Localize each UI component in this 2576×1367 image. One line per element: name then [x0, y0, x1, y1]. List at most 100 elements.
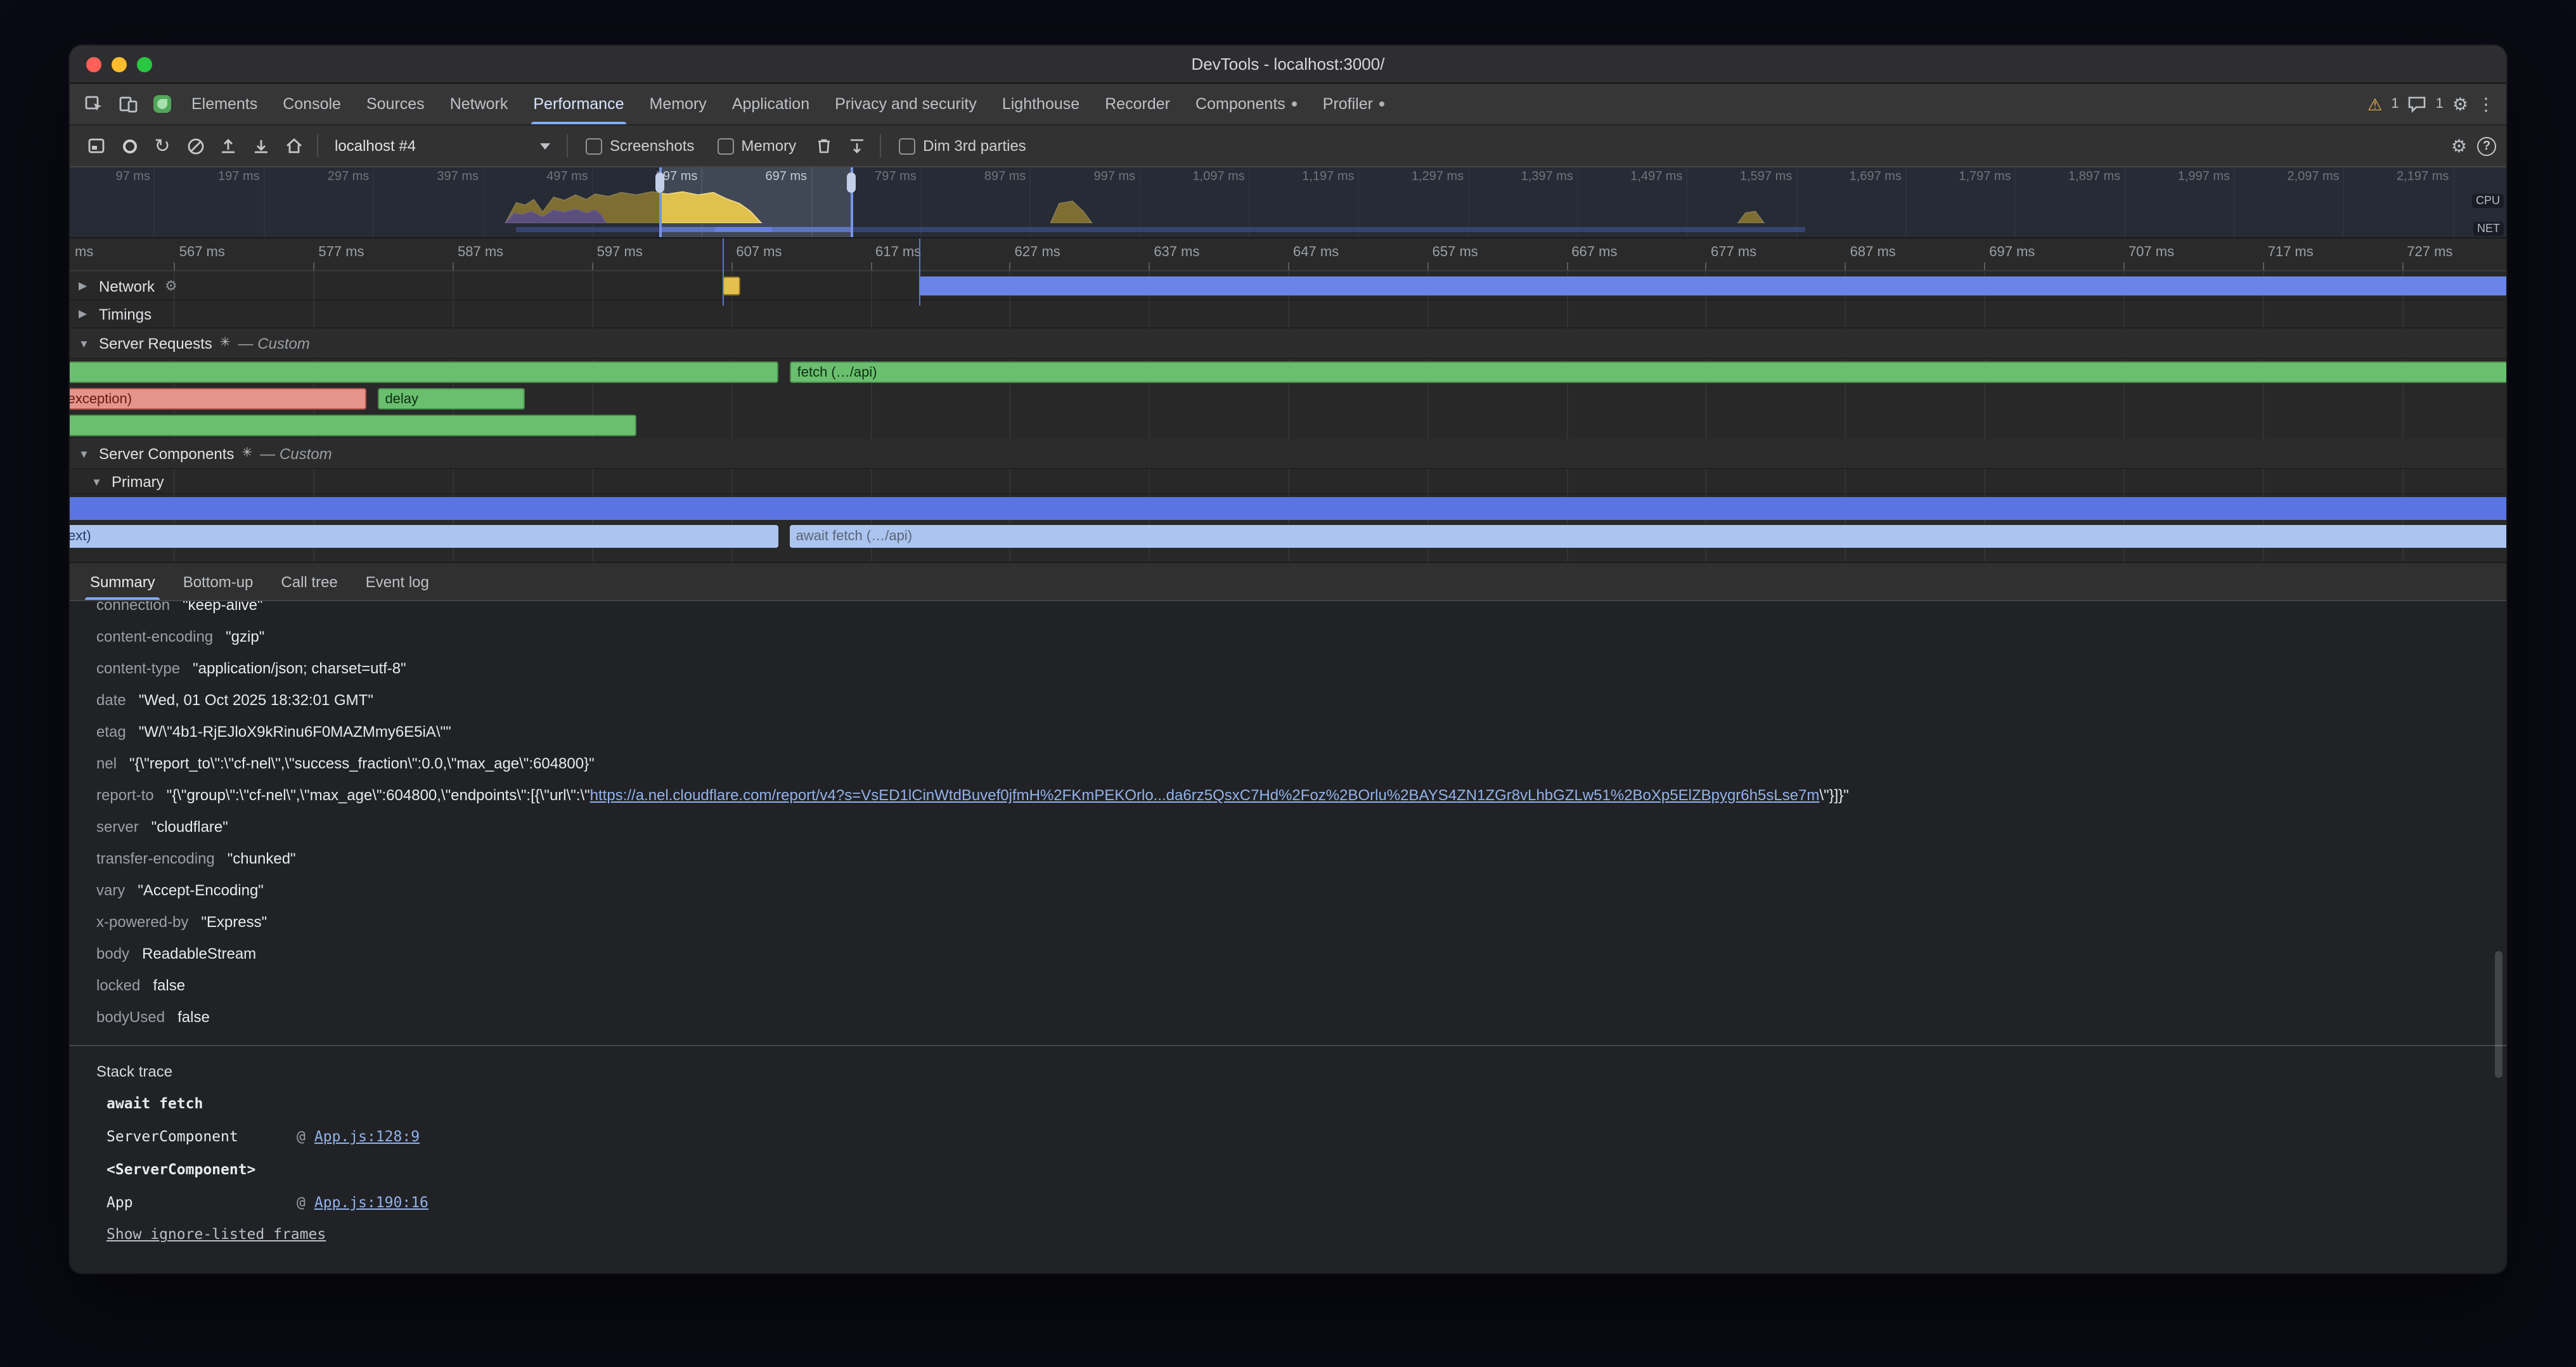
chevron-right-icon[interactable]: ▶: [79, 279, 91, 293]
record-icon[interactable]: [113, 129, 146, 162]
toolbar-separator: [567, 134, 568, 157]
tab-privacy-and-security[interactable]: Privacy and security: [822, 84, 989, 124]
overview-dim-left: [70, 167, 660, 237]
collect-garbage-icon[interactable]: [808, 129, 840, 162]
chevron-down-icon[interactable]: ▼: [79, 337, 91, 349]
timeline-entry-delayederror-ayed-exception[interactable]: delayedError (…ayed exception): [70, 388, 366, 410]
save-profile-icon[interactable]: [245, 129, 278, 162]
track-primary[interactable]: ▼Primary: [70, 469, 2506, 495]
clear-icon[interactable]: [179, 129, 212, 162]
source-location-link[interactable]: App.js:190:16: [314, 1186, 428, 1219]
close-window-button[interactable]: [86, 56, 101, 72]
ruler-label: 727 ms: [2402, 245, 2452, 260]
kebab-menu-icon[interactable]: ⋮: [2477, 95, 2495, 113]
track-bars-row[interactable]: ServerComponent: [70, 495, 2506, 522]
timeline-overview[interactable]: 97 ms197 ms297 ms397 ms497 ms597 ms697 m…: [70, 167, 2506, 238]
tab-network[interactable]: Network: [437, 84, 521, 124]
header-key: report-to: [96, 780, 154, 812]
toggle-panel-icon[interactable]: [80, 129, 113, 162]
inspect-element-icon[interactable]: [76, 84, 110, 124]
help-icon[interactable]: ?: [2477, 136, 2496, 155]
toolbar-right-controls: ⚙ ?: [2451, 136, 2496, 155]
timeline-entry-fetch-api[interactable]: fetch (…/api): [790, 361, 2506, 383]
tab-memory[interactable]: Memory: [637, 84, 719, 124]
scrollbar[interactable]: [2495, 951, 2502, 1078]
ruler-tick: [1149, 262, 1150, 270]
extension-icon[interactable]: [145, 84, 179, 124]
tab-console[interactable]: Console: [270, 84, 354, 124]
tab-label: Privacy and security: [835, 95, 977, 113]
frame-function: App: [106, 1186, 297, 1219]
tab-recorder[interactable]: Recorder: [1092, 84, 1183, 124]
track-config-gear-icon[interactable]: ⚙: [165, 278, 177, 294]
checkbox-box: [586, 138, 602, 154]
live-metrics-home-icon[interactable]: [278, 129, 311, 162]
show-ignore-listed-frames-link[interactable]: Show ignore-listed frames: [106, 1225, 326, 1243]
tab-sources[interactable]: Sources: [354, 84, 437, 124]
timeline-entry-await-delay-deferred-text[interactable]: await delay (deferred text): [70, 525, 778, 548]
track-server-requests[interactable]: ▼Server Requests✳— Custom: [70, 328, 2506, 359]
track-network[interactable]: ▶Network⚙: [70, 273, 2506, 301]
header-row-etag: etag"W/\"4b1-RjEJloX9kRinu6F0MAZMmy6E5iA…: [96, 716, 2506, 748]
tab-label: Sources: [366, 95, 425, 113]
screenshots-checkbox[interactable]: Screenshots: [586, 137, 694, 155]
header-key: date: [96, 685, 126, 716]
header-row-transfer-encoding: transfer-encoding"chunked": [96, 843, 2506, 875]
custom-track-badge: ✳: [220, 336, 231, 350]
window-titlebar[interactable]: DevTools - localhost:3000/: [70, 46, 2506, 84]
overview-tick-label: 697 ms: [765, 170, 811, 184]
track-bars-row[interactable]: delay: [70, 412, 2506, 439]
tab-bottom-up[interactable]: Bottom-up: [169, 563, 267, 600]
tab-call-tree[interactable]: Call tree: [267, 563, 351, 600]
load-profile-icon[interactable]: [212, 129, 245, 162]
tab-summary[interactable]: Summary: [76, 563, 169, 600]
tab-event-log[interactable]: Event log: [352, 563, 443, 600]
history-select[interactable]: localhost #4: [325, 131, 560, 161]
record-and-reload-icon[interactable]: ↻: [146, 129, 179, 162]
chevron-right-icon[interactable]: ▶: [79, 307, 91, 321]
warning-icon[interactable]: ⚠: [2367, 96, 2382, 112]
selection-handle-left[interactable]: [659, 167, 662, 237]
timeline-entry-delay-deferred-text[interactable]: delay (deferred text): [70, 361, 778, 383]
header-value: false: [153, 970, 185, 1002]
issues-icon[interactable]: [2408, 95, 2427, 113]
header-row-report-to: report-to"{\"group\":\"cf-nel\",\"max_ag…: [96, 780, 2506, 812]
tab-elements[interactable]: Elements: [179, 84, 270, 124]
track-bars-row[interactable]: delayedError (…ayed exception) delay: [70, 385, 2506, 412]
chevron-down-icon: [540, 143, 550, 149]
checkbox-box: [717, 138, 733, 154]
tracks-area[interactable]: ▶Network⚙▶Timings▼Server Requests✳— Cust…: [70, 271, 2506, 562]
track-bars-row[interactable]: await delay (deferred text) await fetch (…: [70, 522, 2506, 550]
selection-handle-right[interactable]: [851, 167, 853, 237]
settings-gear-icon[interactable]: ⚙: [2452, 95, 2468, 113]
timeline-entry-servercomponent[interactable]: ServerComponent: [70, 497, 2506, 520]
custom-track-suffix: — Custom: [260, 444, 332, 462]
source-location-link[interactable]: App.js:128:9: [314, 1120, 420, 1153]
ruler-tick: [453, 262, 454, 270]
track-timings[interactable]: ▶Timings: [70, 301, 2506, 328]
tab-lighthouse[interactable]: Lighthouse: [989, 84, 1092, 124]
timeline-entry-delay[interactable]: delay: [70, 415, 636, 436]
dim-3rd-parties-checkbox[interactable]: Dim 3rd parties: [899, 137, 1026, 155]
stack-trace-title: Stack trace: [70, 1046, 2506, 1087]
zoom-window-button[interactable]: [137, 56, 152, 72]
timeline-entry[interactable]: [919, 276, 2506, 295]
timeline-entry-await-fetch-api[interactable]: await fetch (…/api): [790, 525, 2506, 548]
summary-pane[interactable]: connection"keep-alive"content-encoding"g…: [70, 601, 2506, 1273]
memory-checkbox[interactable]: Memory: [717, 137, 796, 155]
timeline-entry-delay[interactable]: delay: [377, 388, 525, 410]
report-to-url-link[interactable]: https://a.nel.cloudflare.com/report/v4?s…: [590, 786, 1820, 804]
timeline-entry[interactable]: [723, 276, 741, 295]
minimize-window-button[interactable]: [112, 56, 127, 72]
track-bars-row[interactable]: delay (deferred text) fetch (…/api): [70, 359, 2506, 385]
capture-settings-gear-icon[interactable]: ⚙: [2451, 137, 2467, 155]
tab-application[interactable]: Application: [719, 84, 822, 124]
chevron-down-icon[interactable]: ▼: [79, 447, 91, 460]
tab-components[interactable]: Components: [1183, 84, 1310, 124]
tab-performance[interactable]: Performance: [520, 84, 636, 124]
tab-profiler[interactable]: Profiler: [1310, 84, 1398, 124]
chevron-down-icon[interactable]: ▼: [91, 475, 104, 488]
network-throttle-icon[interactable]: [840, 129, 873, 162]
device-toolbar-icon[interactable]: [110, 84, 145, 124]
track-server-components[interactable]: ▼Server Components✳— Custom: [70, 439, 2506, 469]
